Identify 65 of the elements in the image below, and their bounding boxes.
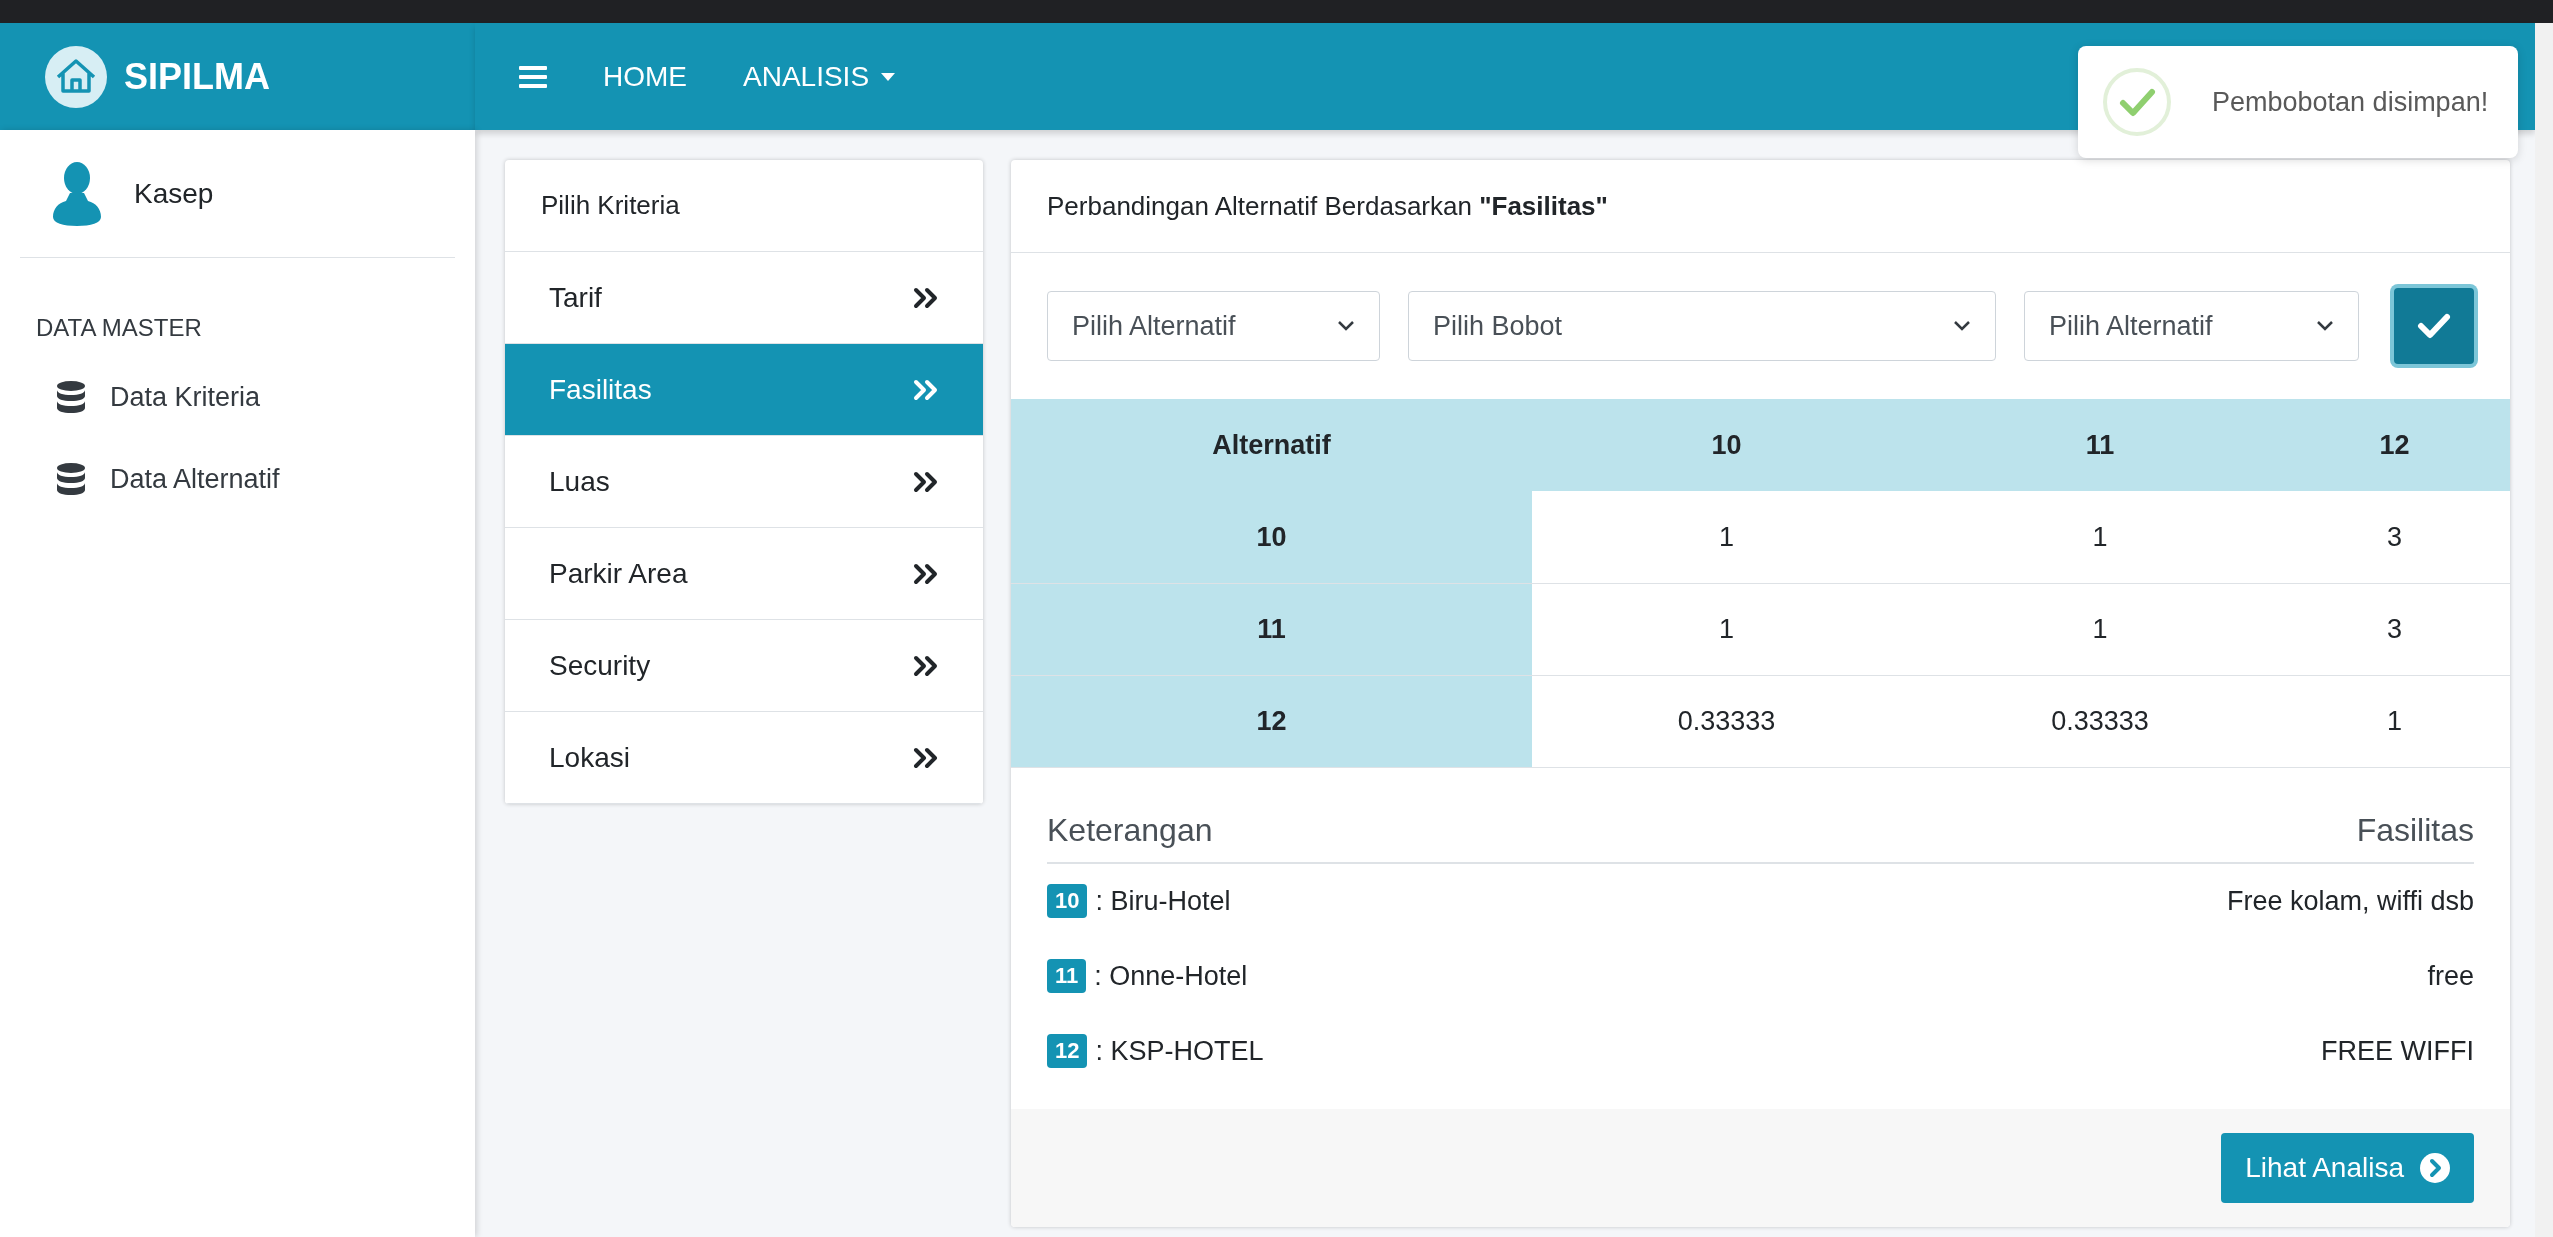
alternative-select[interactable]: Pilih Alternatif bbox=[2024, 291, 2359, 361]
table-cell: 1 bbox=[1921, 491, 2279, 583]
alternative-facility: FREE WIFFI bbox=[2321, 1034, 2474, 1068]
table-cell: 3 bbox=[2279, 583, 2510, 675]
chevron-down-icon bbox=[1337, 320, 1355, 332]
column-header: Alternatif bbox=[1011, 399, 1532, 491]
scrollbar[interactable] bbox=[2535, 23, 2553, 1237]
user-name: Kasep bbox=[134, 176, 214, 211]
legend-heading: Keterangan bbox=[1047, 810, 1213, 850]
database-icon bbox=[56, 462, 86, 496]
criteria-item[interactable]: Tarif bbox=[505, 252, 983, 344]
row-header: 11 bbox=[1011, 583, 1532, 675]
nav-link[interactable]: HOME bbox=[603, 55, 687, 98]
weight-select[interactable]: Pilih Bobot bbox=[1408, 291, 1996, 361]
alternative-badge: 10 bbox=[1047, 884, 1088, 918]
table-cell: 1 bbox=[1921, 583, 2279, 675]
table-cell: 1 bbox=[1532, 583, 1921, 675]
double-chevron-icon bbox=[913, 562, 939, 585]
alternative-badge: 12 bbox=[1047, 1034, 1088, 1068]
column-header: 11 bbox=[1921, 399, 2279, 491]
table-cell: 1 bbox=[1532, 491, 1921, 583]
column-header: 10 bbox=[1532, 399, 1921, 491]
alternative-name: : Onne-Hotel bbox=[1094, 959, 1248, 993]
double-chevron-icon bbox=[913, 286, 939, 309]
criteria-item[interactable]: Lokasi bbox=[505, 712, 983, 804]
menu-icon[interactable] bbox=[519, 64, 547, 89]
alternative-name: : Biru-Hotel bbox=[1095, 884, 1231, 918]
sidebar-item[interactable]: Data Kriteria bbox=[56, 358, 475, 436]
house-logo-icon bbox=[44, 44, 108, 109]
success-check-icon bbox=[2102, 67, 2172, 137]
table-cell: 0.33333 bbox=[1921, 675, 2279, 767]
column-header: 12 bbox=[2279, 399, 2510, 491]
criteria-item[interactable]: Fasilitas bbox=[505, 344, 983, 436]
alternative-name: : KSP-HOTEL bbox=[1095, 1034, 1264, 1068]
user-icon bbox=[52, 160, 102, 227]
check-icon bbox=[2417, 313, 2451, 339]
row-header: 10 bbox=[1011, 491, 1532, 583]
double-chevron-icon bbox=[913, 654, 939, 677]
row-header: 12 bbox=[1011, 675, 1532, 767]
alternative-facility: free bbox=[2427, 959, 2474, 993]
view-analysis-button[interactable]: Lihat Analisa bbox=[2221, 1132, 2474, 1203]
brand-title: SIPILMA bbox=[124, 54, 270, 99]
chevron-down-icon bbox=[2316, 320, 2334, 332]
sidebar-section-title: DATA MASTER bbox=[36, 313, 203, 343]
table-cell: 3 bbox=[2279, 491, 2510, 583]
toast-message: Pembobotan disimpan! bbox=[2212, 85, 2489, 119]
alternative-facility: Free kolam, wiffi dsb bbox=[2226, 884, 2474, 918]
criteria-item[interactable]: Parkir Area bbox=[505, 528, 983, 620]
criteria-item[interactable]: Luas bbox=[505, 436, 983, 528]
table-cell: 1 bbox=[2279, 675, 2510, 767]
alternative-select[interactable]: Pilih Alternatif bbox=[1047, 291, 1380, 361]
double-chevron-icon bbox=[913, 378, 939, 401]
comparison-title: Perbandingan Alternatif Berdasarkan "Fasilitas" bbox=[1047, 189, 1608, 223]
caret-icon bbox=[881, 72, 896, 81]
database-icon bbox=[56, 380, 86, 414]
sidebar-item[interactable]: Data Alternatif bbox=[56, 440, 475, 518]
chevron-down-icon bbox=[1953, 320, 1971, 332]
alternative-badge: 11 bbox=[1047, 959, 1087, 993]
double-chevron-icon bbox=[913, 746, 939, 769]
table-cell: 0.33333 bbox=[1532, 675, 1921, 767]
double-chevron-icon bbox=[913, 470, 939, 493]
nav-dropdown[interactable]: ANALISIS bbox=[743, 55, 896, 98]
criteria-item[interactable]: Security bbox=[505, 620, 983, 712]
chevron-circle-icon bbox=[2420, 1152, 2450, 1183]
legend-value-heading: Fasilitas bbox=[2356, 810, 2474, 850]
